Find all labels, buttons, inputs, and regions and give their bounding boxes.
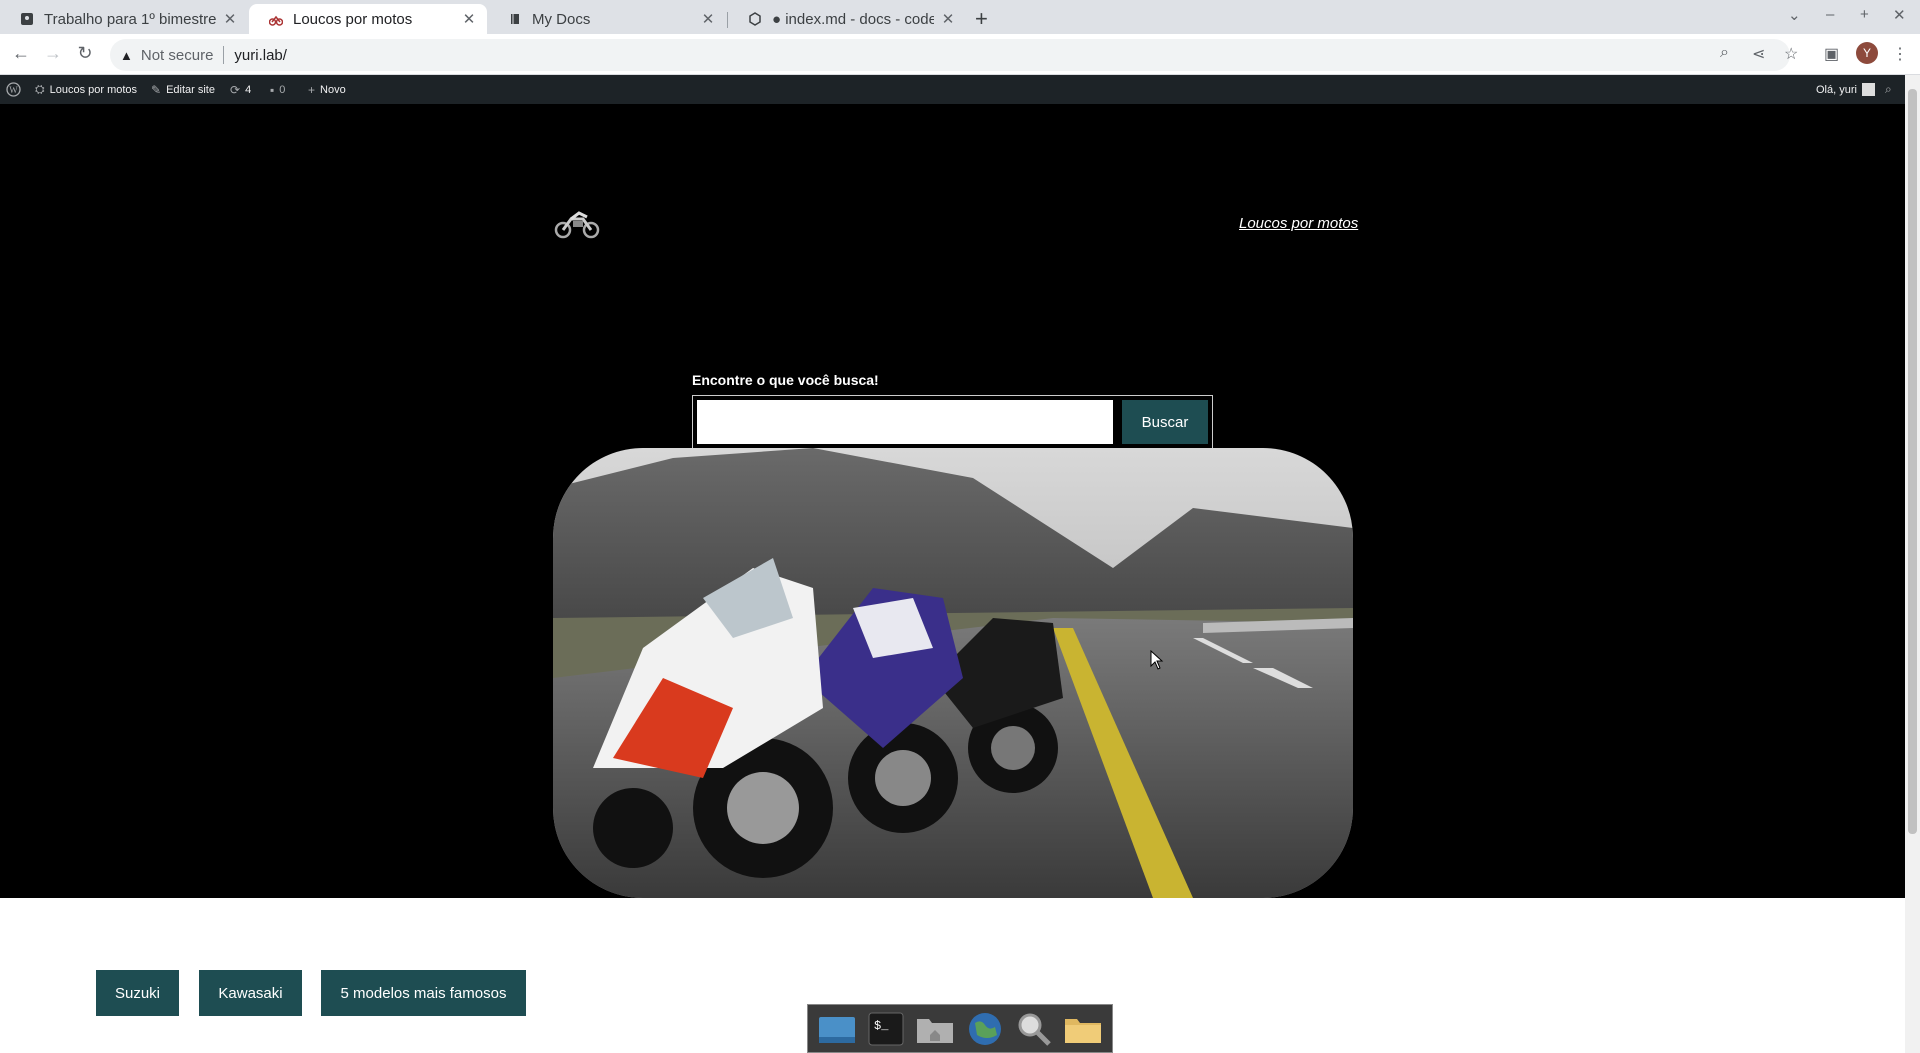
browser-globe-icon[interactable] xyxy=(964,1009,1006,1049)
close-icon[interactable]: ✕ xyxy=(940,10,956,28)
updates-refresh-icon: ⟳ xyxy=(230,82,241,97)
wp-new-link[interactable]: + Novo xyxy=(308,75,346,104)
site-title-link[interactable]: Loucos por motos xyxy=(1239,215,1358,232)
warning-triangle-icon: ▲ xyxy=(120,47,133,63)
desktop-icon[interactable] xyxy=(816,1009,858,1049)
page-content: Loucos por motos Encontre o que você bus… xyxy=(0,104,1905,1053)
side-panel-icon[interactable]: ▣ xyxy=(1824,44,1839,64)
wp-new-label: Novo xyxy=(320,83,346,96)
address-bar[interactable]: ▲ Not secure yuri.lab/ xyxy=(110,39,1790,71)
tab-title: Loucos por motos xyxy=(293,10,413,28)
book-icon xyxy=(508,12,522,26)
search-button[interactable]: Buscar xyxy=(1122,400,1208,444)
tab-title: ● index.md - docs - code- xyxy=(772,10,934,28)
search-form: Buscar xyxy=(692,395,1213,449)
tab-index-md[interactable]: ● index.md - docs - code- ✕ xyxy=(728,4,966,34)
tab-title: Trabalho para 1º bimestre xyxy=(44,10,216,28)
wp-site-name-link[interactable]: ⛭ Loucos por motos xyxy=(35,75,137,104)
files-folder-icon[interactable] xyxy=(1062,1009,1104,1049)
forward-arrow-icon[interactable]: → xyxy=(42,43,64,64)
wp-edit-site-link[interactable]: ✎ Editar site xyxy=(151,75,215,104)
tab-my-docs[interactable]: My Docs ✕ xyxy=(488,4,726,34)
motorcycle-icon xyxy=(268,12,284,26)
close-icon[interactable]: ✕ xyxy=(461,10,477,28)
search-magnifier-icon[interactable] xyxy=(1013,1009,1055,1049)
close-icon[interactable]: ✕ xyxy=(222,10,238,28)
mouse-cursor-icon xyxy=(1150,649,1164,670)
search-input[interactable] xyxy=(697,400,1113,444)
new-tab-plus-icon[interactable]: + xyxy=(975,6,988,32)
hero-motorcycles-image xyxy=(553,448,1353,898)
wp-search-icon[interactable]: ⌕ xyxy=(1885,75,1892,104)
omnibox-divider xyxy=(223,46,225,64)
comment-bubble-icon: ▪ xyxy=(270,82,275,97)
url-text[interactable]: yuri.lab/ xyxy=(234,47,287,64)
maximize-icon[interactable]: + xyxy=(1860,6,1869,23)
wp-site-name: Loucos por motos xyxy=(49,83,138,96)
profile-avatar[interactable]: Y xyxy=(1856,42,1878,64)
terminal-icon[interactable]: $_ xyxy=(865,1009,907,1049)
security-label: Not secure xyxy=(140,46,214,64)
dashboard-icon: ⛭ xyxy=(35,82,45,96)
back-arrow-icon[interactable]: ← xyxy=(10,43,32,64)
wp-account-link[interactable]: Olá, yuri xyxy=(1816,75,1875,104)
code-server-icon xyxy=(748,12,762,26)
site-logo-motorcycle-icon[interactable] xyxy=(553,209,601,239)
home-folder-icon[interactable] xyxy=(914,1009,956,1049)
hero-section: Loucos por motos Encontre o que você bus… xyxy=(0,104,1905,898)
user-avatar-icon xyxy=(1861,83,1875,96)
close-icon[interactable]: ✕ xyxy=(700,10,716,28)
tab-trabalho[interactable]: Trabalho para 1º bimestre ✕ xyxy=(0,4,248,34)
tab-search-chevron-icon[interactable]: ⌄ xyxy=(1788,6,1801,24)
search-label: Encontre o que você busca! xyxy=(692,372,879,388)
svg-text:W: W xyxy=(9,85,18,95)
tab-title: My Docs xyxy=(532,10,591,28)
wp-edit-site-label: Editar site xyxy=(166,83,215,96)
share-icon[interactable]: ⋖ xyxy=(1752,44,1765,64)
category-button-famous-models[interactable]: 5 modelos mais famosos xyxy=(321,970,526,1016)
zoom-magnifier-icon[interactable]: ⌕ xyxy=(1720,44,1729,62)
browser-toolbar: ← → ↻ ▲ Not secure yuri.lab/ ⌕ ⋖ ☆ ▣ Y ⋮ xyxy=(0,34,1920,75)
kebab-menu-icon[interactable]: ⋮ xyxy=(1892,44,1908,64)
page-scrollbar[interactable] xyxy=(1905,75,1920,1053)
wp-admin-bar: W ⛭ Loucos por motos ✎ Editar site ⟳ 4 ▪… xyxy=(0,75,1905,104)
wp-updates-link[interactable]: ⟳ 4 xyxy=(230,75,251,104)
minimize-icon[interactable]: – xyxy=(1826,6,1834,23)
svg-text:$_: $_ xyxy=(874,1019,889,1033)
wp-comments-count: 0 xyxy=(279,83,286,96)
window-close-icon[interactable]: ✕ xyxy=(1893,6,1906,24)
desktop-dock: $_ xyxy=(807,1004,1113,1053)
reload-icon[interactable]: ↻ xyxy=(74,43,96,64)
wp-comments-link[interactable]: ▪ 0 xyxy=(270,75,285,104)
plus-icon: + xyxy=(308,82,316,97)
bookmark-star-icon[interactable]: ☆ xyxy=(1784,44,1798,64)
classroom-icon xyxy=(20,12,34,26)
wordpress-logo-icon[interactable]: W xyxy=(6,75,21,104)
wp-updates-count: 4 xyxy=(245,83,252,96)
brush-icon: ✎ xyxy=(151,82,162,97)
category-button-suzuki[interactable]: Suzuki xyxy=(96,970,179,1016)
tab-loucos-por-motos[interactable]: Loucos por motos ✕ xyxy=(249,4,487,34)
category-button-kawasaki[interactable]: Kawasaki xyxy=(199,970,302,1016)
scrollbar-thumb[interactable] xyxy=(1908,89,1917,834)
browser-tab-strip: Trabalho para 1º bimestre ✕ Loucos por m… xyxy=(0,0,1920,34)
wp-greeting: Olá, yuri xyxy=(1816,83,1857,96)
